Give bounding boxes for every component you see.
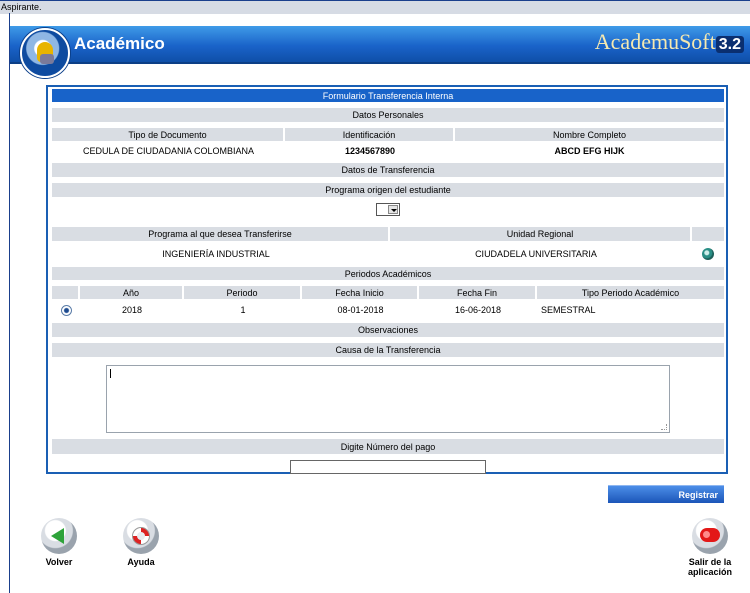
help-label: Ayuda: [127, 557, 155, 567]
regional-unit-value: CIUDADELA UNIVERSITARIA: [475, 249, 597, 259]
periods-headers: Año Periodo Fecha Inicio Fecha Fin Tipo …: [52, 286, 724, 299]
period-type: SEMESTRAL: [541, 305, 596, 315]
form-title: Formulario Transferencia Interna: [322, 90, 454, 101]
origin-program-row: [52, 201, 724, 217]
section-personal: Datos Personales: [52, 108, 724, 122]
header-start-date: Fecha Inicio: [302, 286, 419, 299]
origin-program-label: Programa origen del estudiante: [325, 185, 451, 195]
exit-label-line1: Salir de la: [688, 557, 732, 567]
exit-button[interactable]: Salir de la aplicación: [672, 518, 748, 577]
payment-label-row: Digite Número del pago: [52, 439, 724, 454]
origin-program-select[interactable]: [376, 202, 400, 216]
header-regional-unit: Unidad Regional: [390, 227, 692, 241]
payment-number-input[interactable]: [290, 460, 486, 474]
section-observations: Observaciones: [52, 323, 724, 337]
left-border: [9, 13, 10, 593]
table-row[interactable]: 2018 1 08-01-2018 16-06-2018 SEMESTRAL: [52, 303, 724, 317]
transfer-headers: Programa al que desea Transferirse Unida…: [52, 227, 724, 241]
header-doc-type: Tipo de Documento: [52, 128, 285, 141]
back-label: Volver: [45, 557, 73, 567]
help-button[interactable]: Ayuda: [122, 518, 160, 567]
power-icon: [692, 518, 728, 554]
section-periods-label: Periodos Académicos: [344, 268, 432, 279]
section-personal-label: Datos Personales: [352, 110, 424, 120]
payment-label: Digite Número del pago: [340, 441, 436, 452]
cause-label: Causa de la Transferencia: [335, 345, 441, 355]
section-transfer-label: Datos de Transferencia: [341, 165, 435, 175]
personal-headers: Tipo de Documento Identificación Nombre …: [52, 128, 724, 141]
header-period: Periodo: [184, 286, 302, 299]
status-strip: Aspirante.: [0, 0, 750, 14]
brand-name: AcademuSoft: [594, 29, 716, 54]
personal-values: CEDULA DE CIUDADANIA COLOMBIANA 12345678…: [52, 144, 724, 157]
academico-logo-icon: [20, 28, 70, 78]
brand-logo: AcademuSoft 3.2: [595, 29, 744, 55]
header-full-name: Nombre Completo: [552, 129, 627, 140]
exit-label-line2: aplicación: [687, 567, 732, 577]
section-transfer: Datos de Transferencia: [52, 163, 724, 177]
lifebuoy-icon: [123, 518, 159, 554]
transfer-values: INGENIERÍA INDUSTRIAL CIUDADELA UNIVERSI…: [52, 247, 724, 261]
module-title: Académico: [74, 34, 165, 53]
search-icon[interactable]: [702, 248, 714, 260]
header-target-program: Programa al que desea Transferirse: [52, 227, 390, 241]
section-periods: Periodos Académicos: [52, 267, 724, 280]
target-program-value: INGENIERÍA INDUSTRIAL: [162, 249, 270, 259]
cause-label-row: Causa de la Transferencia: [52, 343, 724, 357]
cause-textarea[interactable]: [106, 365, 670, 433]
header-period-type: Tipo Periodo Académico: [581, 287, 680, 298]
header-year: Año: [80, 286, 184, 299]
resize-grip-icon[interactable]: [661, 424, 667, 430]
full-name-value: ABCD EFG HIJK: [554, 145, 625, 156]
period-year: 2018: [121, 305, 143, 315]
chevron-down-icon: [388, 204, 398, 214]
period-end: 16-06-2018: [454, 305, 502, 315]
register-button[interactable]: Registrar: [608, 485, 724, 503]
section-observations-label: Observaciones: [357, 325, 419, 335]
brand-version: 3.2: [715, 36, 744, 53]
period-number: 1: [240, 305, 246, 315]
id-value: 1234567890: [344, 145, 396, 156]
status-text: Aspirante.: [1, 2, 42, 12]
period-radio[interactable]: [60, 304, 72, 316]
period-start: 08-01-2018: [337, 305, 384, 315]
header-id: Identificación: [285, 128, 455, 141]
text-caret: [110, 369, 111, 378]
transfer-form: Formulario Transferencia Interna Datos P…: [46, 85, 728, 474]
form-title-bar: Formulario Transferencia Interna: [52, 89, 724, 102]
origin-program-label-row: Programa origen del estudiante: [52, 183, 724, 197]
doc-type-value: CEDULA DE CIUDADANIA COLOMBIANA: [82, 145, 255, 156]
back-icon: [41, 518, 77, 554]
back-button[interactable]: Volver: [40, 518, 78, 567]
header-end-date: Fecha Fin: [419, 286, 537, 299]
